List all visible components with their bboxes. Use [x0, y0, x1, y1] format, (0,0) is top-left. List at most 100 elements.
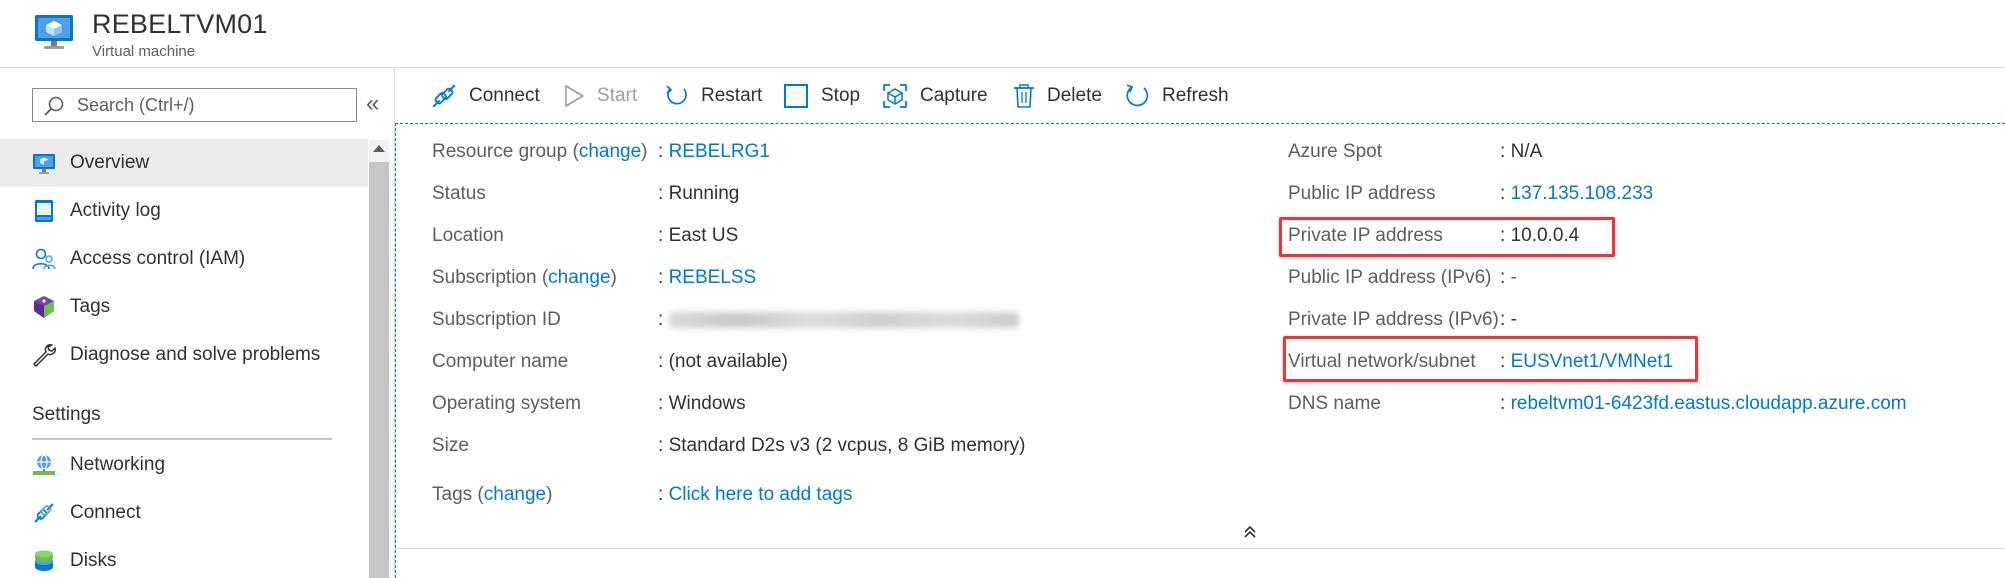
computer-name-label-cell: Computer name [432, 351, 568, 373]
disks-icon [35, 550, 53, 571]
public-ipv6-label-cell: Public IP address (IPv6) [1288, 267, 1491, 289]
computer-name-value-cell: : (not available) [658, 351, 788, 372]
os-value-cell: : Windows [658, 393, 746, 414]
subscription-id-blurred [668, 311, 1019, 328]
private-ipv6-value: - [1510, 309, 1517, 330]
tags-value-cell: : Click here to add tags [658, 484, 853, 505]
sidebar-item-label: Diagnose and solve problems [70, 344, 321, 365]
tag-icon [34, 296, 54, 318]
public-ip-label: Public IP address [1288, 183, 1436, 204]
restart-button[interactable]: Restart [665, 81, 762, 111]
os-value: Windows [668, 393, 746, 414]
tags-change-link[interactable]: change [484, 484, 546, 505]
sidebar-item-label: Activity log [70, 200, 161, 221]
search-icon [44, 96, 64, 116]
scroll-up-arrow-icon[interactable] [373, 145, 385, 152]
sidebar-item-iam[interactable]: Access control (IAM) [0, 235, 368, 283]
private-ip-highlight-box [1279, 217, 1615, 257]
size-value: Standard D2s v3 (2 vcpus, 8 GiB memory) [668, 435, 1026, 456]
resource-group-label: Resource group [432, 141, 568, 162]
sidebar-item-label: Tags [70, 296, 111, 317]
resource-group-link[interactable]: REBELRG1 [669, 141, 770, 162]
os-label: Operating system [432, 393, 581, 414]
dns-label-cell: DNS name [1288, 393, 1381, 415]
sidebar: « Overview Activity log Access control (… [0, 68, 394, 578]
essentials-focus-border [395, 123, 2005, 124]
trash-icon [1014, 84, 1034, 108]
stop-label: Stop [821, 85, 861, 106]
location-label-cell: Location [432, 225, 504, 247]
subscription-id-label-cell: Subscription ID [432, 309, 561, 331]
dns-value-cell: : rebeltvm01-6423fd.eastus.cloudapp.azur… [1500, 393, 1907, 414]
subscription-link[interactable]: REBELSS [669, 267, 757, 288]
add-tags-link[interactable]: Click here to add tags [669, 484, 853, 505]
dns-link[interactable]: rebeltvm01-6423fd.eastus.cloudapp.azure.… [1511, 393, 1907, 414]
vnet-highlight-box [1283, 336, 1698, 382]
stop-button[interactable]: Stop [783, 81, 860, 111]
refresh-icon [1126, 84, 1149, 107]
iam-icon [32, 248, 56, 270]
capture-icon [883, 84, 907, 108]
collapse-essentials-icon[interactable] [1240, 522, 1260, 542]
resource-group-value-cell: : REBELRG1 [658, 141, 770, 162]
public-ipv6-label: Public IP address (IPv6) [1288, 267, 1492, 288]
status-label-cell: Status [432, 183, 486, 205]
public-ip-value-cell: : 137.135.108.233 [1500, 183, 1654, 204]
computer-name-value: (not available) [668, 351, 788, 372]
page-subtitle: Virtual machine [92, 43, 196, 60]
sidebar-item-diagnose[interactable]: Diagnose and solve problems [0, 331, 368, 379]
dns-label: DNS name [1288, 393, 1381, 414]
delete-label: Delete [1047, 85, 1102, 106]
collapse-sidebar-button[interactable]: « [366, 90, 379, 118]
public-ip-label-cell: Public IP address [1288, 183, 1436, 205]
capture-button[interactable]: Capture [882, 81, 988, 111]
restart-label: Restart [701, 85, 763, 106]
sidebar-item-label: Disks [70, 550, 117, 571]
size-label: Size [432, 435, 469, 456]
refresh-label: Refresh [1162, 85, 1229, 106]
start-button[interactable]: Start [563, 81, 637, 111]
os-label-cell: Operating system [432, 393, 581, 415]
connect-label: Connect [469, 85, 540, 106]
sidebar-item-label: Networking [70, 454, 166, 475]
sidebar-item-disks[interactable]: Disks [0, 537, 368, 578]
connect-icon [432, 84, 456, 108]
delete-button[interactable]: Delete [1013, 81, 1102, 111]
subscription-change-link[interactable]: change [548, 267, 610, 288]
play-icon [565, 85, 584, 107]
virtual-machine-icon [35, 15, 73, 49]
activity-log-icon [35, 200, 53, 222]
sidebar-item-tags[interactable]: Tags [0, 283, 368, 331]
sidebar-item-networking[interactable]: Networking [0, 441, 368, 489]
sidebar-item-connect[interactable]: Connect [0, 489, 368, 537]
connect-button[interactable]: Connect [431, 81, 540, 111]
location-value: East US [668, 225, 739, 246]
public-ipv6-value-cell: : - [1500, 267, 1517, 288]
size-value-cell: : Standard D2s v3 (2 vcpus, 8 GiB memory… [658, 435, 1026, 456]
azure-spot-label-cell: Azure Spot [1288, 141, 1382, 163]
sidebar-item-label: Connect [70, 502, 141, 523]
refresh-button[interactable]: Refresh [1124, 81, 1229, 111]
private-ipv6-value-cell: : - [1500, 309, 1517, 330]
search-box[interactable] [32, 88, 357, 122]
page-title: REBELTVM01 [92, 9, 268, 39]
sidebar-item-overview[interactable]: Overview [0, 139, 368, 187]
command-bar: Connect Start Restart Stop Capture Delet… [395, 68, 2005, 124]
azure-spot-label: Azure Spot [1288, 141, 1382, 162]
tags-row: Tags (change) [432, 484, 553, 505]
restart-icon [666, 85, 687, 105]
subscription-id-label: Subscription ID [432, 309, 561, 330]
azure-spot-value: N/A [1510, 141, 1543, 162]
connect-icon [34, 503, 54, 523]
location-value-cell: : East US [658, 225, 739, 246]
sidebar-item-activity-log[interactable]: Activity log [0, 187, 368, 235]
private-ipv6-label-cell: Private IP address (IPv6) [1288, 309, 1499, 331]
wrench-icon [33, 344, 56, 367]
subscription-row: Subscription (change) [432, 267, 617, 288]
overview-icon [33, 154, 55, 174]
search-input[interactable] [77, 94, 347, 116]
resource-group-change-link[interactable]: change [579, 141, 641, 162]
scrollbar-thumb[interactable] [369, 162, 389, 578]
public-ip-link[interactable]: 137.135.108.233 [1511, 183, 1654, 204]
sidebar-item-label: Overview [70, 152, 150, 173]
